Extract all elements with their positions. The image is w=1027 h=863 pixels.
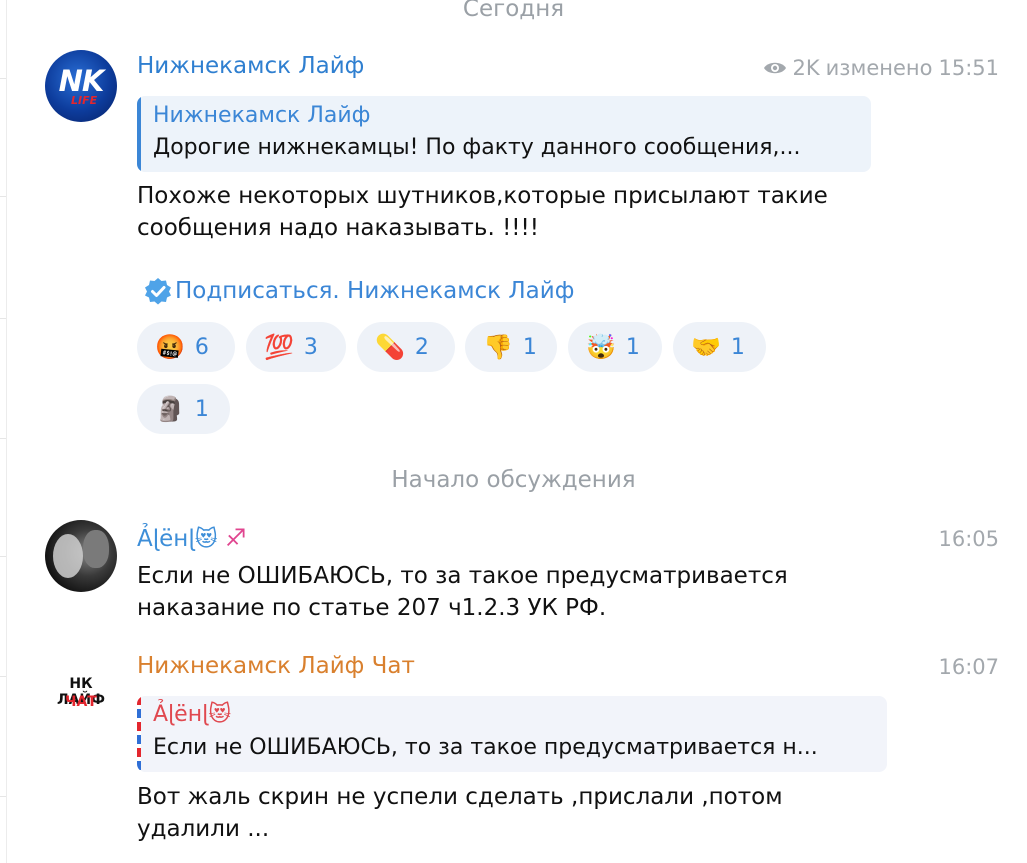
reaction-moai[interactable]: 🗿 1 bbox=[137, 384, 230, 434]
channel-avatar[interactable]: NK LIFE bbox=[45, 50, 117, 122]
comment-time: 16:05 bbox=[938, 527, 999, 551]
reply-accent-bar bbox=[137, 696, 141, 772]
reaction-count: 1 bbox=[194, 396, 209, 422]
post-author[interactable]: Нижнекамск Лайф bbox=[137, 53, 364, 79]
verified-badge-icon bbox=[145, 278, 171, 305]
heart-eyes-cat-icon: 😻 bbox=[194, 527, 218, 552]
edited-label: изменено bbox=[825, 56, 933, 80]
reaction-count: 1 bbox=[730, 334, 745, 360]
discussion-separator: Начало обсуждения bbox=[391, 467, 636, 493]
exploding-head-icon: 🤯 bbox=[586, 333, 616, 361]
reply-text: Дорогие нижнекамцы! По факту данного соо… bbox=[153, 135, 801, 160]
comment-text: Вот жаль скрин не успели сделать ,присла… bbox=[137, 784, 783, 842]
reaction-pill[interactable]: 💊 2 bbox=[357, 322, 455, 372]
date-separator: Сегодня bbox=[462, 0, 565, 22]
reply-accent-bar bbox=[137, 96, 141, 172]
post-meta: 2K изменено 15:51 bbox=[763, 56, 999, 80]
handshake-icon: 🤝 bbox=[691, 333, 721, 361]
reaction-count: 3 bbox=[303, 334, 318, 360]
avatar-photo-face bbox=[53, 534, 83, 578]
moai-icon: 🗿 bbox=[155, 395, 185, 423]
reaction-count: 6 bbox=[194, 334, 209, 360]
chat-avatar-line2: ЧАТ bbox=[65, 694, 97, 710]
chat-avatar[interactable]: НК ЛАЙФ ЧАТ bbox=[45, 663, 117, 735]
comment-author[interactable]: Нижнекамск Лайф Чат bbox=[137, 653, 415, 679]
comment-avatar[interactable] bbox=[45, 520, 117, 592]
thumbs-down-icon: 👎 bbox=[483, 333, 513, 361]
reaction-count: 1 bbox=[625, 334, 640, 360]
subscribe-link[interactable]: Подписаться. Нижнекамск Лайф bbox=[143, 276, 574, 306]
left-panel-edge bbox=[0, 0, 7, 863]
reply-author: Нижнекамск Лайф bbox=[153, 103, 371, 128]
reaction-angry[interactable]: 🤬 6 bbox=[137, 322, 235, 372]
hundred-icon: 💯 bbox=[264, 333, 294, 361]
angry-face-icon: 🤬 bbox=[155, 333, 185, 361]
reaction-count: 1 bbox=[522, 334, 537, 360]
comment-reply-quote[interactable]: Ảɭёнɭ😻 Если не ОШИБАЮСЬ, то за такое пре… bbox=[137, 696, 887, 772]
comment-time: 16:07 bbox=[938, 655, 999, 679]
avatar-logo-subtext: LIFE bbox=[71, 94, 98, 107]
comment-text: Если не ОШИБАЮСЬ, то за такое предусматр… bbox=[137, 563, 788, 621]
reply-author-name: Ảɭёнɭ bbox=[153, 702, 209, 727]
reaction-handshake[interactable]: 🤝 1 bbox=[673, 322, 766, 372]
heart-eyes-cat-icon: 😻 bbox=[208, 702, 232, 727]
post-text: Похоже некоторых шутников,которые присыл… bbox=[137, 183, 828, 241]
post-time: 15:51 bbox=[938, 56, 999, 80]
post-reply-quote[interactable]: Нижнекамск Лайф Дорогие нижнекамцы! По ф… bbox=[137, 96, 871, 172]
comment-author-name: Ảɭёнɭ bbox=[137, 526, 195, 552]
reaction-exploding-head[interactable]: 🤯 1 bbox=[568, 322, 662, 372]
sagittarius-icon: ♐ bbox=[224, 524, 247, 552]
reply-author: Ảɭёнɭ😻 bbox=[153, 702, 231, 727]
reaction-count: 2 bbox=[414, 334, 429, 360]
reaction-thumbs-down[interactable]: 👎 1 bbox=[465, 322, 557, 372]
views-eye-icon bbox=[763, 62, 786, 74]
subscribe-label: Подписаться. Нижнекамск Лайф bbox=[175, 278, 575, 304]
reply-text: Если не ОШИБАЮСЬ, то за такое предусматр… bbox=[153, 735, 818, 760]
pill-icon: 💊 bbox=[375, 333, 405, 361]
views-count: 2K bbox=[792, 56, 820, 80]
avatar-logo-text: NK bbox=[58, 64, 105, 98]
reaction-hundred[interactable]: 💯 3 bbox=[246, 322, 346, 372]
avatar-photo-cat bbox=[83, 530, 109, 568]
comment-author[interactable]: Ảɭёнɭ😻 ♐ bbox=[137, 524, 247, 552]
